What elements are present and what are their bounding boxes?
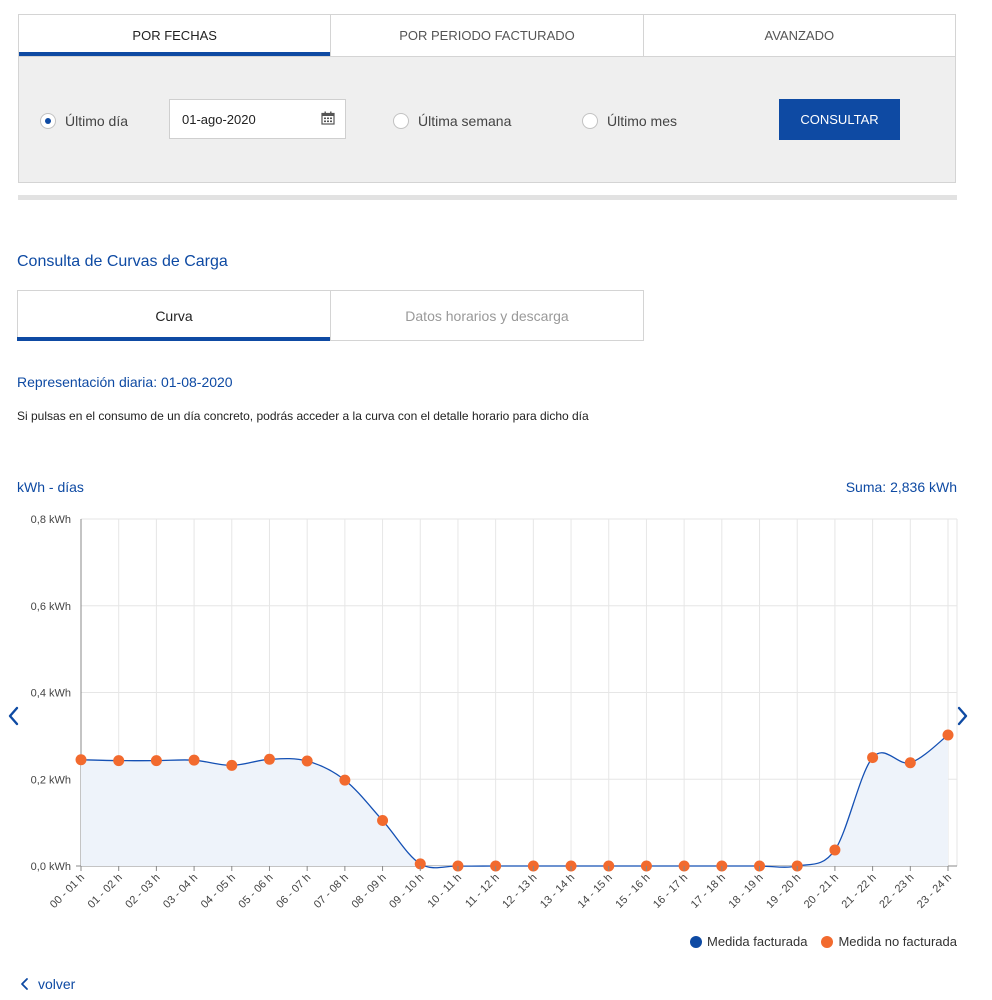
- radio-ultimo-mes-label: Último mes: [607, 113, 678, 129]
- x-tick-label: 19 - 20 h: [764, 872, 803, 911]
- chart-legend: Medida facturada Medida no facturada: [690, 934, 957, 949]
- y-tick-label: 0,6 kWh: [31, 601, 71, 613]
- x-tick-label: 16 - 17 h: [651, 872, 690, 911]
- y-tick-label: 0,4 kWh: [31, 688, 71, 700]
- x-tick-label: 05 - 06 h: [236, 872, 275, 911]
- x-tick-label: 02 - 03 h: [123, 872, 162, 911]
- radio-ultimo-mes[interactable]: Último mes: [582, 113, 677, 129]
- y-tick-label: 0,2 kWh: [31, 774, 71, 786]
- y-unit-label: kWh - días: [17, 479, 84, 495]
- radio-ultimo-dia[interactable]: Último día: [40, 113, 128, 129]
- load-curve-chart: 0,0 kWh 0,2 kWh 0,4 kWh 0,6 kWh 0,8 kWh 00 - …: [31, 514, 958, 911]
- tab-avanzado[interactable]: AVANZADO: [643, 15, 955, 56]
- radio-ultimo-mes-circle[interactable]: [582, 113, 598, 129]
- x-tick-label: 18 - 19 h: [726, 872, 765, 911]
- data-point[interactable]: [942, 729, 954, 741]
- back-label: volver: [38, 976, 76, 992]
- x-tick-label: 11 - 12 h: [463, 872, 502, 911]
- data-point[interactable]: [301, 755, 313, 767]
- back-link[interactable]: volver: [20, 976, 75, 992]
- legend-item-billed[interactable]: Medida facturada: [690, 934, 807, 949]
- y-tick-label: 0,8 kWh: [31, 514, 71, 526]
- legend-not-billed-dot: [821, 935, 834, 948]
- section-title: Consulta de Curvas de Carga: [17, 253, 228, 270]
- y-tick-label: 0,0 kWh: [31, 861, 71, 873]
- radio-ultimo-dia-label: Último día: [65, 113, 129, 129]
- sum-label: Suma: 2,836 kWh: [845, 479, 957, 495]
- legend-billed-label: Medida facturada: [707, 934, 808, 949]
- area-fill: [81, 735, 948, 868]
- x-tick-label: 22 - 23 h: [877, 872, 916, 911]
- data-point[interactable]: [188, 754, 200, 766]
- x-tick-label: 23 - 24 h: [915, 872, 954, 911]
- x-tick-label: 15 - 16 h: [613, 872, 652, 911]
- x-tick-label: 08 - 09 h: [349, 872, 388, 911]
- legend-item-not-billed[interactable]: Medida no facturada: [821, 934, 957, 949]
- x-tick-label: 20 - 21 h: [802, 872, 841, 911]
- data-point[interactable]: [904, 757, 916, 769]
- x-tick-label: 12 - 13 h: [500, 872, 539, 911]
- tab-por-periodo-facturado[interactable]: POR PERIODO FACTURADO: [331, 15, 644, 56]
- data-point[interactable]: [113, 755, 125, 767]
- radio-ultima-semana-circle[interactable]: [393, 113, 409, 129]
- x-tick-label: 21 - 22 h: [840, 872, 879, 911]
- tab-por-fechas[interactable]: POR FECHAS: [19, 15, 332, 56]
- calendar-icon[interactable]: [321, 111, 335, 125]
- consultar-button[interactable]: CONSULTAR: [779, 99, 900, 140]
- radio-ultima-semana-label: Última semana: [418, 113, 512, 129]
- x-tick-label: 07 - 08 h: [312, 872, 351, 911]
- divider: [18, 195, 957, 200]
- data-point[interactable]: [263, 753, 275, 765]
- legend-billed-dot: [690, 935, 703, 948]
- data-point[interactable]: [75, 754, 87, 766]
- data-point[interactable]: [867, 752, 879, 764]
- x-tick-label: 13 - 14 h: [538, 872, 577, 911]
- data-point[interactable]: [226, 759, 238, 771]
- chevron-left-small-icon: [21, 978, 28, 990]
- x-tick-label: 06 - 07 h: [274, 872, 313, 911]
- data-point[interactable]: [829, 844, 841, 856]
- x-tick-label: 04 - 05 h: [199, 872, 238, 911]
- x-tick-label: 17 - 18 h: [689, 872, 728, 911]
- tab-datos-horarios[interactable]: Datos horarios y descarga: [331, 291, 643, 340]
- legend-not-billed-label: Medida no facturada: [838, 934, 957, 949]
- x-tick-label: 01 - 02 h: [86, 872, 125, 911]
- x-tick-label: 10 - 11 h: [425, 872, 464, 911]
- x-tick-label: 00 - 01 h: [48, 872, 87, 911]
- data-point[interactable]: [150, 755, 162, 767]
- radio-ultima-semana[interactable]: Última semana: [393, 113, 511, 129]
- info-text: Si pulsas en el consumo de un día concre…: [17, 409, 589, 423]
- tab-curva[interactable]: Curva: [17, 291, 331, 341]
- x-tick-label: 14 - 15 h: [576, 872, 615, 911]
- x-tick-label: 09 - 10 h: [387, 872, 426, 911]
- radio-ultimo-dia-circle[interactable]: [40, 113, 56, 129]
- representation-label: Representación diaria: 01-08-2020: [17, 374, 233, 390]
- top-tabs: POR FECHAS POR PERIODO FACTURADO AVANZAD…: [18, 14, 956, 56]
- date-value: 01-ago-2020: [182, 111, 256, 127]
- x-tick-label: 03 - 04 h: [161, 872, 200, 911]
- data-point[interactable]: [377, 814, 389, 826]
- filter-panel: Último día 01-ago-2020 Última semana Últ…: [18, 56, 956, 183]
- date-input[interactable]: 01-ago-2020: [169, 99, 346, 139]
- sub-tabs: Curva Datos horarios y descarga: [17, 290, 644, 341]
- data-point[interactable]: [339, 774, 351, 786]
